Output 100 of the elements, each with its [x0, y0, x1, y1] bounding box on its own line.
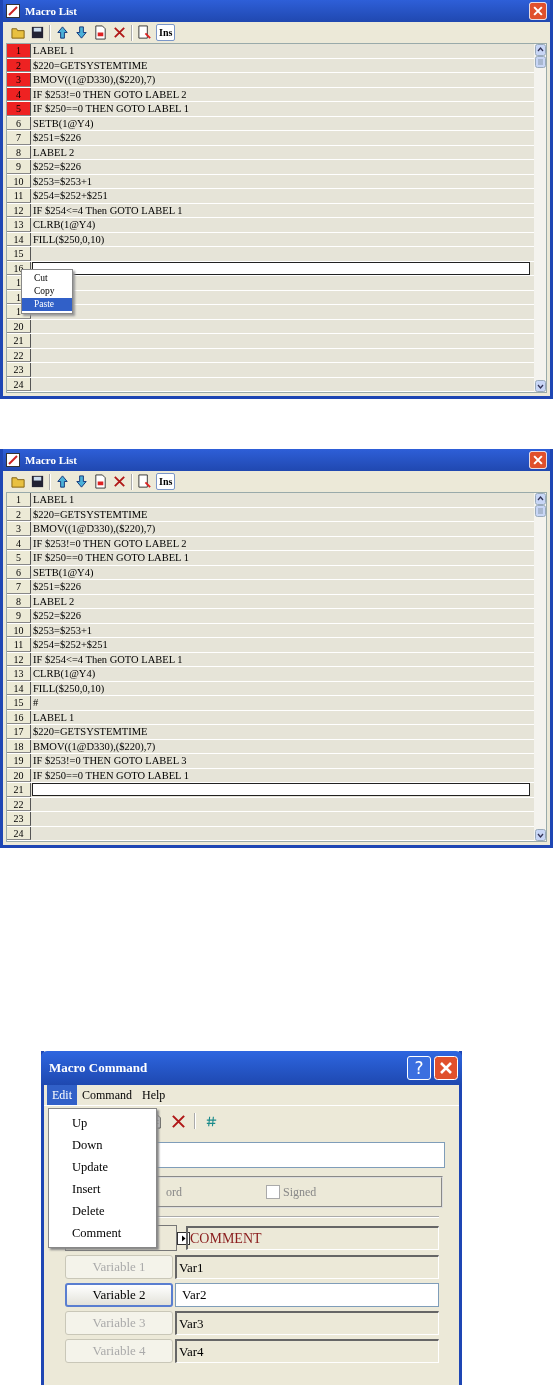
- macro-line: LABEL 1: [32, 493, 75, 507]
- macro-line: CLRB(1@Y4): [32, 667, 96, 681]
- save-icon[interactable]: [30, 25, 45, 40]
- menu-item[interactable]: Up: [49, 1112, 156, 1134]
- line-number: 17: [7, 725, 31, 739]
- line-number: 1: [7, 493, 31, 507]
- menu-item[interactable]: Paste: [22, 298, 72, 311]
- down-arrow-icon[interactable]: [74, 474, 89, 489]
- line-number: 5: [7, 102, 31, 116]
- delete-icon[interactable]: [112, 25, 127, 40]
- scroll-thumb-icon[interactable]: [534, 56, 546, 68]
- line-number: 21: [7, 334, 31, 348]
- line-number: 23: [7, 812, 31, 826]
- macro-line: IF $254<=4 Then GOTO LABEL 1: [32, 652, 183, 666]
- close-icon[interactable]: [434, 1056, 458, 1080]
- line-number: 21: [7, 783, 31, 797]
- help-button[interactable]: ?: [407, 1056, 431, 1080]
- checkbox-label: Signed: [283, 1184, 317, 1200]
- macro-line: IF $253!=0 THEN GOTO LABEL 2: [32, 87, 187, 101]
- macro-line: FILL($250,0,10): [32, 681, 105, 695]
- window-title: Macro List: [25, 5, 79, 17]
- menu-item[interactable]: Comment: [49, 1222, 156, 1244]
- scrollbar[interactable]: [534, 44, 546, 392]
- document-icon[interactable]: [93, 474, 108, 489]
- menu-item[interactable]: Delete: [49, 1200, 156, 1222]
- line-number: 5: [7, 551, 31, 565]
- folder-icon[interactable]: [11, 474, 26, 489]
- line-number: 9: [7, 160, 31, 174]
- scroll-up-icon[interactable]: [534, 44, 546, 56]
- menu-bar-item[interactable]: Help: [137, 1085, 171, 1105]
- window-title: Macro List: [25, 454, 79, 466]
- macro-line: LABEL 2: [32, 145, 75, 159]
- macro-line: IF $253!=0 THEN GOTO LABEL 2: [32, 536, 187, 550]
- line-number: 7: [7, 131, 31, 145]
- option-label: ord: [166, 1184, 183, 1200]
- line-number: 1: [7, 44, 31, 58]
- dialog-title: Macro Command: [49, 1060, 149, 1076]
- document-arrow-icon[interactable]: [137, 25, 152, 40]
- macro-line: $220=GETSYSTEMTIME: [32, 507, 148, 521]
- macro-line: $252=$226: [32, 609, 81, 623]
- scroll-up-icon[interactable]: [534, 493, 546, 505]
- line-number: 15: [7, 696, 31, 710]
- delete-icon[interactable]: [171, 1113, 186, 1129]
- scroll-down-icon[interactable]: [534, 829, 546, 841]
- line-input-field[interactable]: [32, 783, 530, 796]
- macro-line: SETB(1@Y4): [32, 565, 94, 579]
- macro-line: $253=$253+1: [32, 174, 93, 188]
- up-arrow-icon[interactable]: [55, 474, 70, 489]
- save-icon[interactable]: [30, 474, 45, 489]
- macro-line: IF $250==0 THEN GOTO LABEL 1: [32, 102, 190, 116]
- folder-icon[interactable]: [11, 25, 26, 40]
- command-input-field[interactable]: [154, 1142, 445, 1168]
- line-number: 19: [7, 754, 31, 768]
- insert-button[interactable]: Ins: [156, 473, 176, 490]
- line-number: 11: [7, 189, 31, 203]
- document-icon[interactable]: [93, 25, 108, 40]
- macro-line: $254=$252+$251: [32, 638, 108, 652]
- macro-line: #: [32, 696, 39, 710]
- scrollbar[interactable]: [534, 493, 546, 841]
- line-number: 3: [7, 522, 31, 536]
- macro-line: CLRB(1@Y4): [32, 218, 96, 232]
- close-icon[interactable]: [529, 451, 547, 469]
- menu-bar-item[interactable]: Command: [77, 1085, 137, 1105]
- macro-line: LABEL 1: [32, 710, 75, 724]
- menu-item[interactable]: Insert: [49, 1178, 156, 1200]
- macro-line: IF $250==0 THEN GOTO LABEL 1: [32, 551, 190, 565]
- macro-line: BMOV((1@D330),($220),7): [32, 522, 156, 536]
- macro-line: $220=GETSYSTEMTIME: [32, 725, 148, 739]
- scroll-thumb-icon[interactable]: [534, 505, 546, 517]
- line-number: 9: [7, 609, 31, 623]
- line-number: 3: [7, 73, 31, 87]
- macro-line: IF $254<=4 Then GOTO LABEL 1: [32, 203, 183, 217]
- macro-line: $251=$226: [32, 580, 81, 594]
- macro-line: FILL($250,0,10): [32, 232, 105, 246]
- menu-item[interactable]: Down: [49, 1134, 156, 1156]
- macro-line: $252=$226: [32, 160, 81, 174]
- scroll-down-icon[interactable]: [534, 380, 546, 392]
- line-number: 15: [7, 247, 31, 261]
- close-icon[interactable]: [529, 2, 547, 20]
- variable-field[interactable]: Var2: [175, 1283, 439, 1307]
- macro-line: LABEL 1: [32, 44, 75, 58]
- pencil-icon: [6, 453, 20, 467]
- macro-line: $253=$253+1: [32, 623, 93, 637]
- macro-line: LABEL 2: [32, 594, 75, 608]
- menu-item[interactable]: Update: [49, 1156, 156, 1178]
- variable-button[interactable]: Variable 2: [65, 1283, 173, 1307]
- line-number: 13: [7, 218, 31, 232]
- delete-icon[interactable]: [112, 474, 127, 489]
- line-number: 13: [7, 667, 31, 681]
- line-number: 11: [7, 638, 31, 652]
- checkbox[interactable]: [266, 1185, 280, 1199]
- macro-line: SETB(1@Y4): [32, 116, 94, 130]
- document-arrow-icon[interactable]: [137, 474, 152, 489]
- pencil-icon: [6, 4, 20, 18]
- line-number: 23: [7, 363, 31, 377]
- up-arrow-icon[interactable]: [55, 25, 70, 40]
- menu-bar-item[interactable]: Edit: [47, 1085, 77, 1105]
- down-arrow-icon[interactable]: [74, 25, 89, 40]
- insert-button[interactable]: Ins: [156, 24, 176, 41]
- comment-field[interactable]: COMMENT: [186, 1226, 439, 1250]
